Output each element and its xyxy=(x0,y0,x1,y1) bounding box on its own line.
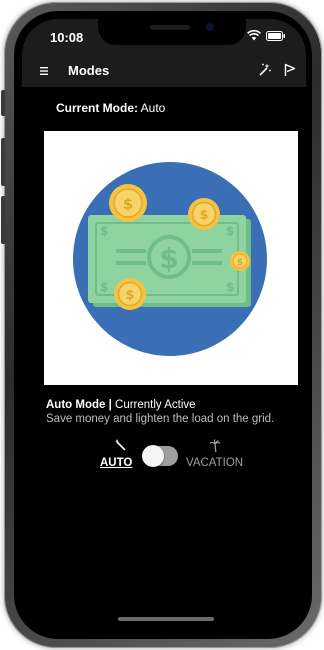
phone-frame: 10:08 Modes Current Mode: Auto $ $ $ $ $… xyxy=(1,2,322,648)
home-indicator[interactable] xyxy=(118,617,214,621)
magic-wand-icon xyxy=(115,439,126,451)
svg-text:$: $ xyxy=(123,195,133,213)
app-bar: Modes xyxy=(22,55,306,87)
vacation-mode-label[interactable]: VACATION xyxy=(186,457,243,469)
svg-text:$: $ xyxy=(199,208,208,223)
menu-icon[interactable] xyxy=(40,64,52,78)
mode-status: Currently Active xyxy=(115,399,196,411)
svg-text:$: $ xyxy=(226,280,234,294)
mode-title: Auto Mode | Currently Active xyxy=(46,399,196,411)
battery-icon xyxy=(266,30,285,41)
mode-description: Save money and lighten the load on the g… xyxy=(46,413,275,425)
flag-icon[interactable] xyxy=(282,62,298,78)
toggle-knob xyxy=(142,445,164,467)
mute-switch xyxy=(1,90,5,116)
mode-name: Auto Mode xyxy=(46,399,106,411)
svg-text:$: $ xyxy=(100,224,108,238)
current-mode-label: Current Mode: xyxy=(56,101,138,115)
status-icons xyxy=(247,30,286,41)
mode-switch: AUTO VACATION xyxy=(96,439,256,475)
svg-text:$: $ xyxy=(125,288,134,303)
notch xyxy=(98,19,246,45)
money-illustration: $ $ $ $ $ $ $ $ $ xyxy=(73,162,267,356)
magic-wand-icon[interactable] xyxy=(256,62,272,78)
volume-down-button xyxy=(1,196,5,244)
current-mode-text: Current Mode: Auto xyxy=(56,101,165,115)
auto-mode-card[interactable]: $ $ $ $ $ $ $ $ $ xyxy=(44,131,298,385)
page-title: Modes xyxy=(68,63,110,78)
svg-text:$: $ xyxy=(237,258,243,268)
phone-screen: 10:08 Modes Current Mode: Auto $ $ $ $ $… xyxy=(22,19,306,631)
svg-text:$: $ xyxy=(159,242,178,275)
volume-up-button xyxy=(1,138,5,186)
status-time: 10:08 xyxy=(50,30,84,45)
mode-toggle[interactable] xyxy=(142,445,178,467)
svg-text:$: $ xyxy=(100,280,108,294)
mode-title-separator: | xyxy=(108,399,112,411)
auto-mode-label[interactable]: AUTO xyxy=(100,457,132,469)
svg-text:$: $ xyxy=(226,224,234,238)
wifi-icon xyxy=(247,30,261,41)
current-mode-value: Auto xyxy=(140,101,166,115)
front-camera xyxy=(206,23,214,31)
speaker-grille xyxy=(150,25,190,30)
palm-tree-icon xyxy=(209,439,221,453)
